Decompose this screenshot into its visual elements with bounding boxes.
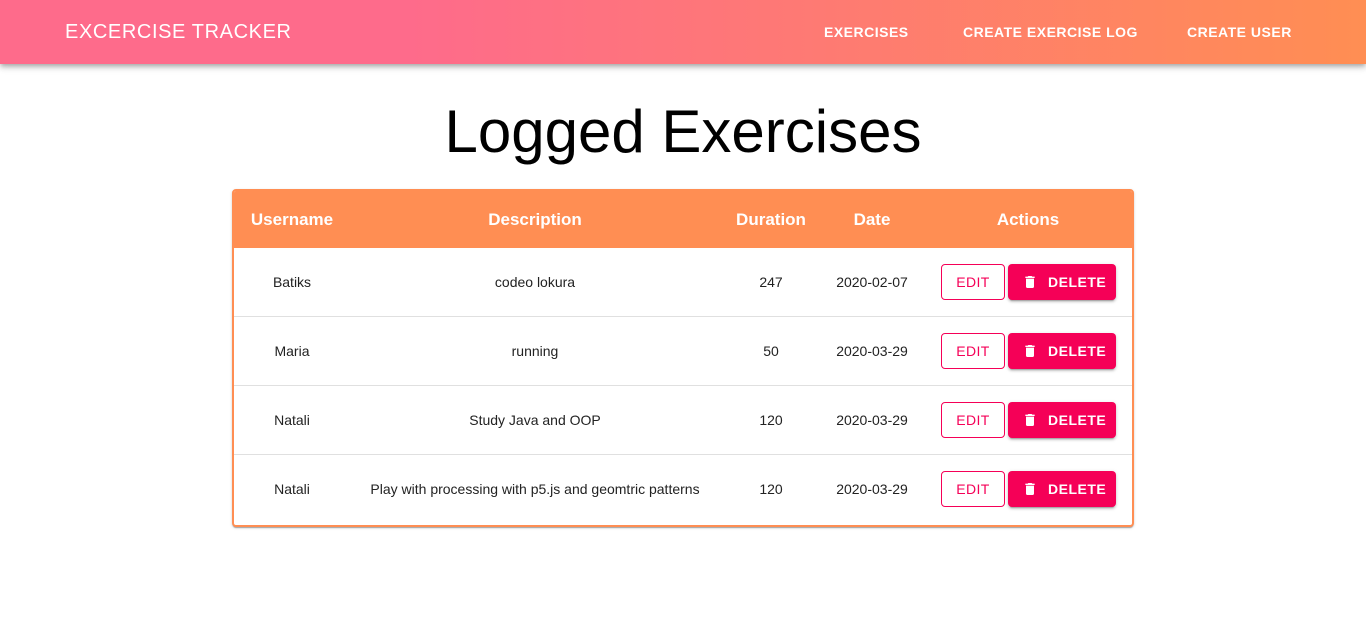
edit-button[interactable]: EDIT [941, 264, 1005, 300]
delete-label: DELETE [1048, 412, 1107, 428]
cell-description: Study Java and OOP [469, 412, 601, 428]
exercises-table: Username Description Duration Date Actio… [232, 189, 1134, 527]
cell-username: Batiks [272, 274, 312, 290]
cell-duration: 247 [759, 274, 783, 290]
cell-description: Play with processing with p5.js and geom… [370, 481, 700, 497]
header-description: Description [488, 210, 582, 229]
cell-duration: 50 [763, 343, 779, 359]
cell-date: 2020-02-07 [836, 274, 908, 290]
header-duration: Duration [736, 210, 806, 229]
cell-username: Natali [274, 481, 310, 497]
app-bar: EXCERCISE TRACKER EXERCISES CREATE EXERC… [0, 0, 1366, 64]
cell-date: 2020-03-29 [836, 343, 908, 359]
table-row: Batiks codeo lokura 247 2020-02-07 EDIT … [234, 248, 1132, 317]
edit-button[interactable]: EDIT [941, 333, 1005, 369]
delete-button[interactable]: DELETE [1008, 264, 1116, 300]
cell-duration: 120 [759, 481, 783, 497]
table-row: Maria running 50 2020-03-29 EDIT DELETE [234, 317, 1132, 386]
nav-create-user[interactable]: CREATE USER [1187, 0, 1292, 64]
table-row: Natali Study Java and OOP 120 2020-03-29… [234, 386, 1132, 455]
app-brand[interactable]: EXCERCISE TRACKER [65, 0, 292, 64]
delete-button[interactable]: DELETE [1008, 402, 1116, 438]
nav-create-exercise-log[interactable]: CREATE EXERCISE LOG [963, 0, 1138, 64]
delete-label: DELETE [1048, 274, 1107, 290]
page-title: Logged Exercises [444, 98, 922, 165]
header-date: Date [853, 210, 891, 229]
cell-date: 2020-03-29 [836, 412, 908, 428]
delete-label: DELETE [1048, 481, 1107, 497]
cell-description: codeo lokura [494, 274, 576, 290]
header-username: Username [250, 210, 334, 229]
trash-icon [1025, 276, 1035, 288]
delete-button[interactable]: DELETE [1008, 333, 1116, 369]
delete-label: DELETE [1048, 343, 1107, 359]
cell-description: running [511, 343, 559, 359]
edit-button[interactable]: EDIT [941, 402, 1005, 438]
table-row: Natali Play with processing with p5.js a… [234, 455, 1132, 524]
edit-button[interactable]: EDIT [941, 471, 1005, 507]
trash-icon [1025, 414, 1035, 426]
trash-icon [1025, 483, 1035, 495]
cell-duration: 120 [759, 412, 783, 428]
trash-icon [1025, 345, 1035, 357]
nav-exercises[interactable]: EXERCISES [824, 0, 909, 64]
table-header: Username Description Duration Date Actio… [234, 191, 1132, 248]
cell-username: Maria [274, 343, 310, 359]
delete-button[interactable]: DELETE [1008, 471, 1116, 507]
cell-date: 2020-03-29 [836, 481, 908, 497]
cell-username: Natali [274, 412, 310, 428]
header-actions: Actions [996, 210, 1060, 229]
